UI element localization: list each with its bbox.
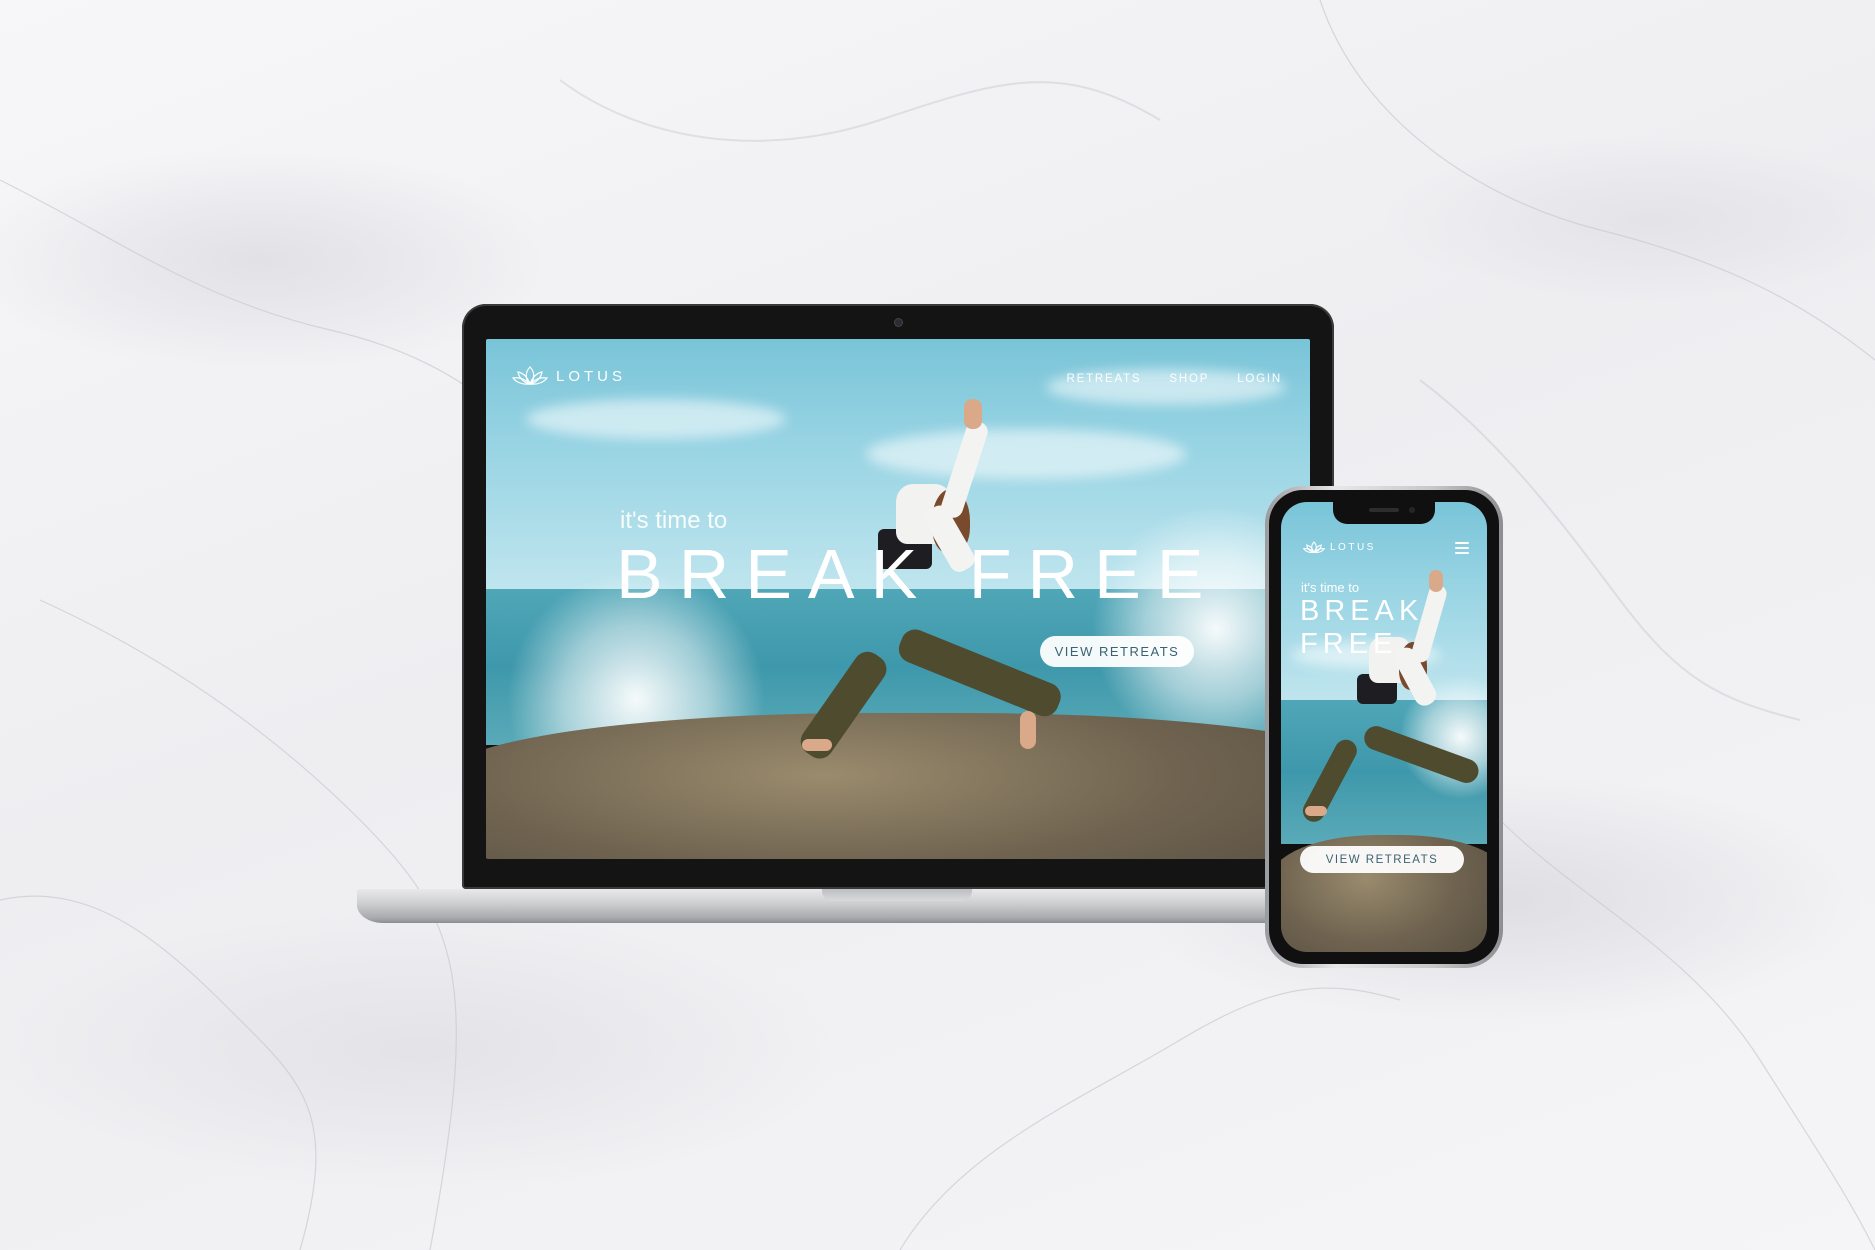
phone-screen: LOTUS it's time to BREAK FREE VIEW RETRE… [1281,502,1487,952]
mobile-hero-title: BREAK FREE [1300,595,1480,661]
view-retreats-button[interactable]: VIEW RETREATS [1040,636,1194,667]
lotus-logo-icon [1303,541,1325,554]
mobile-brand-logo[interactable]: LOTUS [1303,540,1376,555]
camera-icon [895,319,902,326]
hero-subtitle: it's time to [620,507,728,534]
nav-login-link[interactable]: LOGIN [1237,373,1282,385]
brand-logo[interactable]: LOTUS [512,364,626,388]
phone-device: LOTUS it's time to BREAK FREE VIEW RETRE… [1265,486,1503,968]
mobile-brand-name: LOTUS [1330,542,1376,553]
mobile-hero-title-line2: FREE [1300,628,1398,660]
laptop-device: LOTUS RETREATS SHOP LOGIN it's time to B… [462,304,1334,889]
mobile-hero-title-line1: BREAK [1300,595,1424,627]
front-camera-icon [1409,507,1415,513]
brand-name: LOTUS [556,367,627,385]
laptop-hinge-notch [822,889,972,901]
lotus-logo-icon [512,366,548,385]
hamburger-menu-icon[interactable] [1455,542,1469,554]
mobile-view-retreats-button[interactable]: VIEW RETREATS [1300,846,1464,873]
nav-links: RETREATS SHOP LOGIN [1067,373,1282,385]
top-nav: LOTUS RETREATS SHOP LOGIN [486,339,1310,409]
hero-title: BREAK FREE [616,535,1220,613]
phone-notch [1333,502,1435,524]
mobile-hero-image [1281,502,1487,952]
nav-shop-link[interactable]: SHOP [1169,373,1209,385]
laptop-screen: LOTUS RETREATS SHOP LOGIN it's time to B… [486,339,1310,859]
nav-retreats-link[interactable]: RETREATS [1067,373,1142,385]
mobile-hero-subtitle: it's time to [1301,580,1360,595]
